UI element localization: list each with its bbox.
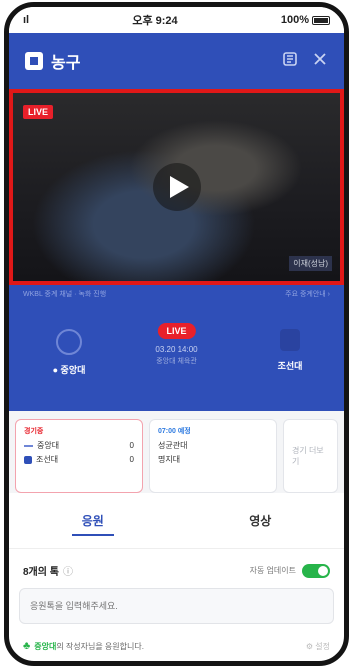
team-label: 조선대 <box>36 455 59 464</box>
game-card-live[interactable]: 경기중 중앙대 0 조선대 0 <box>15 419 143 493</box>
game-card-row: 조선대 0 <box>24 454 134 465</box>
app-title: 농구 <box>51 55 81 72</box>
game-card-row: 중앙대 0 <box>24 440 134 451</box>
app-bar: 농구 <box>9 33 344 89</box>
team-score: 0 <box>129 441 134 450</box>
signal-indicator: ıl <box>23 14 30 26</box>
scoreboard: WKBL 중계 채널 · 녹화 진행 주요 중계안내 › ● 중앙대 LIVE … <box>9 285 344 411</box>
battery-percent: 100% <box>280 14 309 26</box>
more-games-label: 경기 더보기 <box>292 446 324 466</box>
battery-indicator: 100% <box>281 14 330 26</box>
game-card-row: 명지대 <box>158 454 268 465</box>
square-logo-icon <box>25 52 43 70</box>
match-time: 03.20 14:00 <box>155 345 198 354</box>
home-team-logo <box>56 329 82 355</box>
status-bar: ıl 오후 9:24 100% <box>9 7 344 33</box>
game-card-more[interactable]: 경기 더보기 <box>283 419 338 493</box>
tab-cheer[interactable]: 응원 <box>9 493 177 548</box>
close-icon[interactable] <box>312 51 328 72</box>
chat-header: 8개의 톡 ⓘ 자동 업데이트 <box>9 549 344 588</box>
notice-settings-link[interactable]: ⚙ 설정 <box>306 641 330 652</box>
content-tabs: 응원 영상 <box>9 493 344 549</box>
tab-video[interactable]: 영상 <box>177 493 345 548</box>
away-team-logo <box>280 329 300 351</box>
game-card-tag: 07:00 예정 <box>158 428 191 435</box>
home-team[interactable]: ● 중앙대 <box>29 329 109 376</box>
club-icon: ♣ <box>23 640 31 652</box>
game-card-tag: 경기중 <box>24 428 44 435</box>
game-card-row: 성균관대 <box>158 440 268 451</box>
phone-frame: ıl 오후 9:24 100% 농구 LIVE 이재(성남) WKBL 중계 채… <box>4 2 349 666</box>
chat-input[interactable] <box>30 601 323 611</box>
video-caption: 이재(성남) <box>289 256 332 271</box>
away-team[interactable]: 조선대 <box>250 329 330 372</box>
chat-count-title: 8개의 톡 <box>23 567 59 578</box>
home-team-name: ● 중앙대 <box>52 365 86 375</box>
team-line-icon <box>24 444 33 447</box>
auto-update-label: 자동 업데이트 <box>249 566 296 575</box>
chat-input-box[interactable] <box>19 588 334 624</box>
status-time: 오후 9:24 <box>132 15 178 27</box>
live-tag: LIVE <box>23 105 54 119</box>
match-status: LIVE 03.20 14:00 중앙대 체육관 <box>155 321 198 366</box>
game-card-upcoming[interactable]: 07:00 예정 성균관대 명지대 <box>149 419 277 493</box>
play-button[interactable] <box>152 163 201 211</box>
notice-text: 의 작성자님을 응원합니다. <box>56 641 144 651</box>
team-label: 명지대 <box>158 455 181 464</box>
game-cards: 경기중 중앙대 0 조선대 0 07:00 예정 성균관대 명지대 경기 더보기 <box>9 411 344 493</box>
team-label: 중앙대 <box>37 441 60 450</box>
info-icon[interactable]: ⓘ <box>63 563 73 578</box>
play-icon <box>169 176 189 198</box>
team-score: 0 <box>129 455 134 464</box>
team-square-icon <box>24 455 32 464</box>
battery-icon <box>311 15 330 25</box>
away-team-name: 조선대 <box>277 361 303 371</box>
match-venue: 중앙대 체육관 <box>156 358 197 365</box>
scoreboard-meta: WKBL 중계 채널 · 녹화 진행 주요 중계안내 › <box>23 289 330 299</box>
auto-update-toggle[interactable] <box>302 563 330 578</box>
live-badge: LIVE <box>157 323 196 339</box>
cheer-notice: ♣ 중앙대 의 작성자님을 응원합니다. ⚙ 설정 <box>9 624 344 661</box>
broadcast-info: WKBL 중계 채널 · 녹화 진행 <box>23 291 107 298</box>
live-video-player[interactable]: LIVE 이재(성남) <box>9 89 344 285</box>
share-icon[interactable] <box>282 51 298 72</box>
broadcast-guide-link[interactable]: 주요 중계안내 › <box>285 289 330 299</box>
notice-team: 중앙대 <box>34 641 57 651</box>
team-label: 성균관대 <box>158 441 188 450</box>
